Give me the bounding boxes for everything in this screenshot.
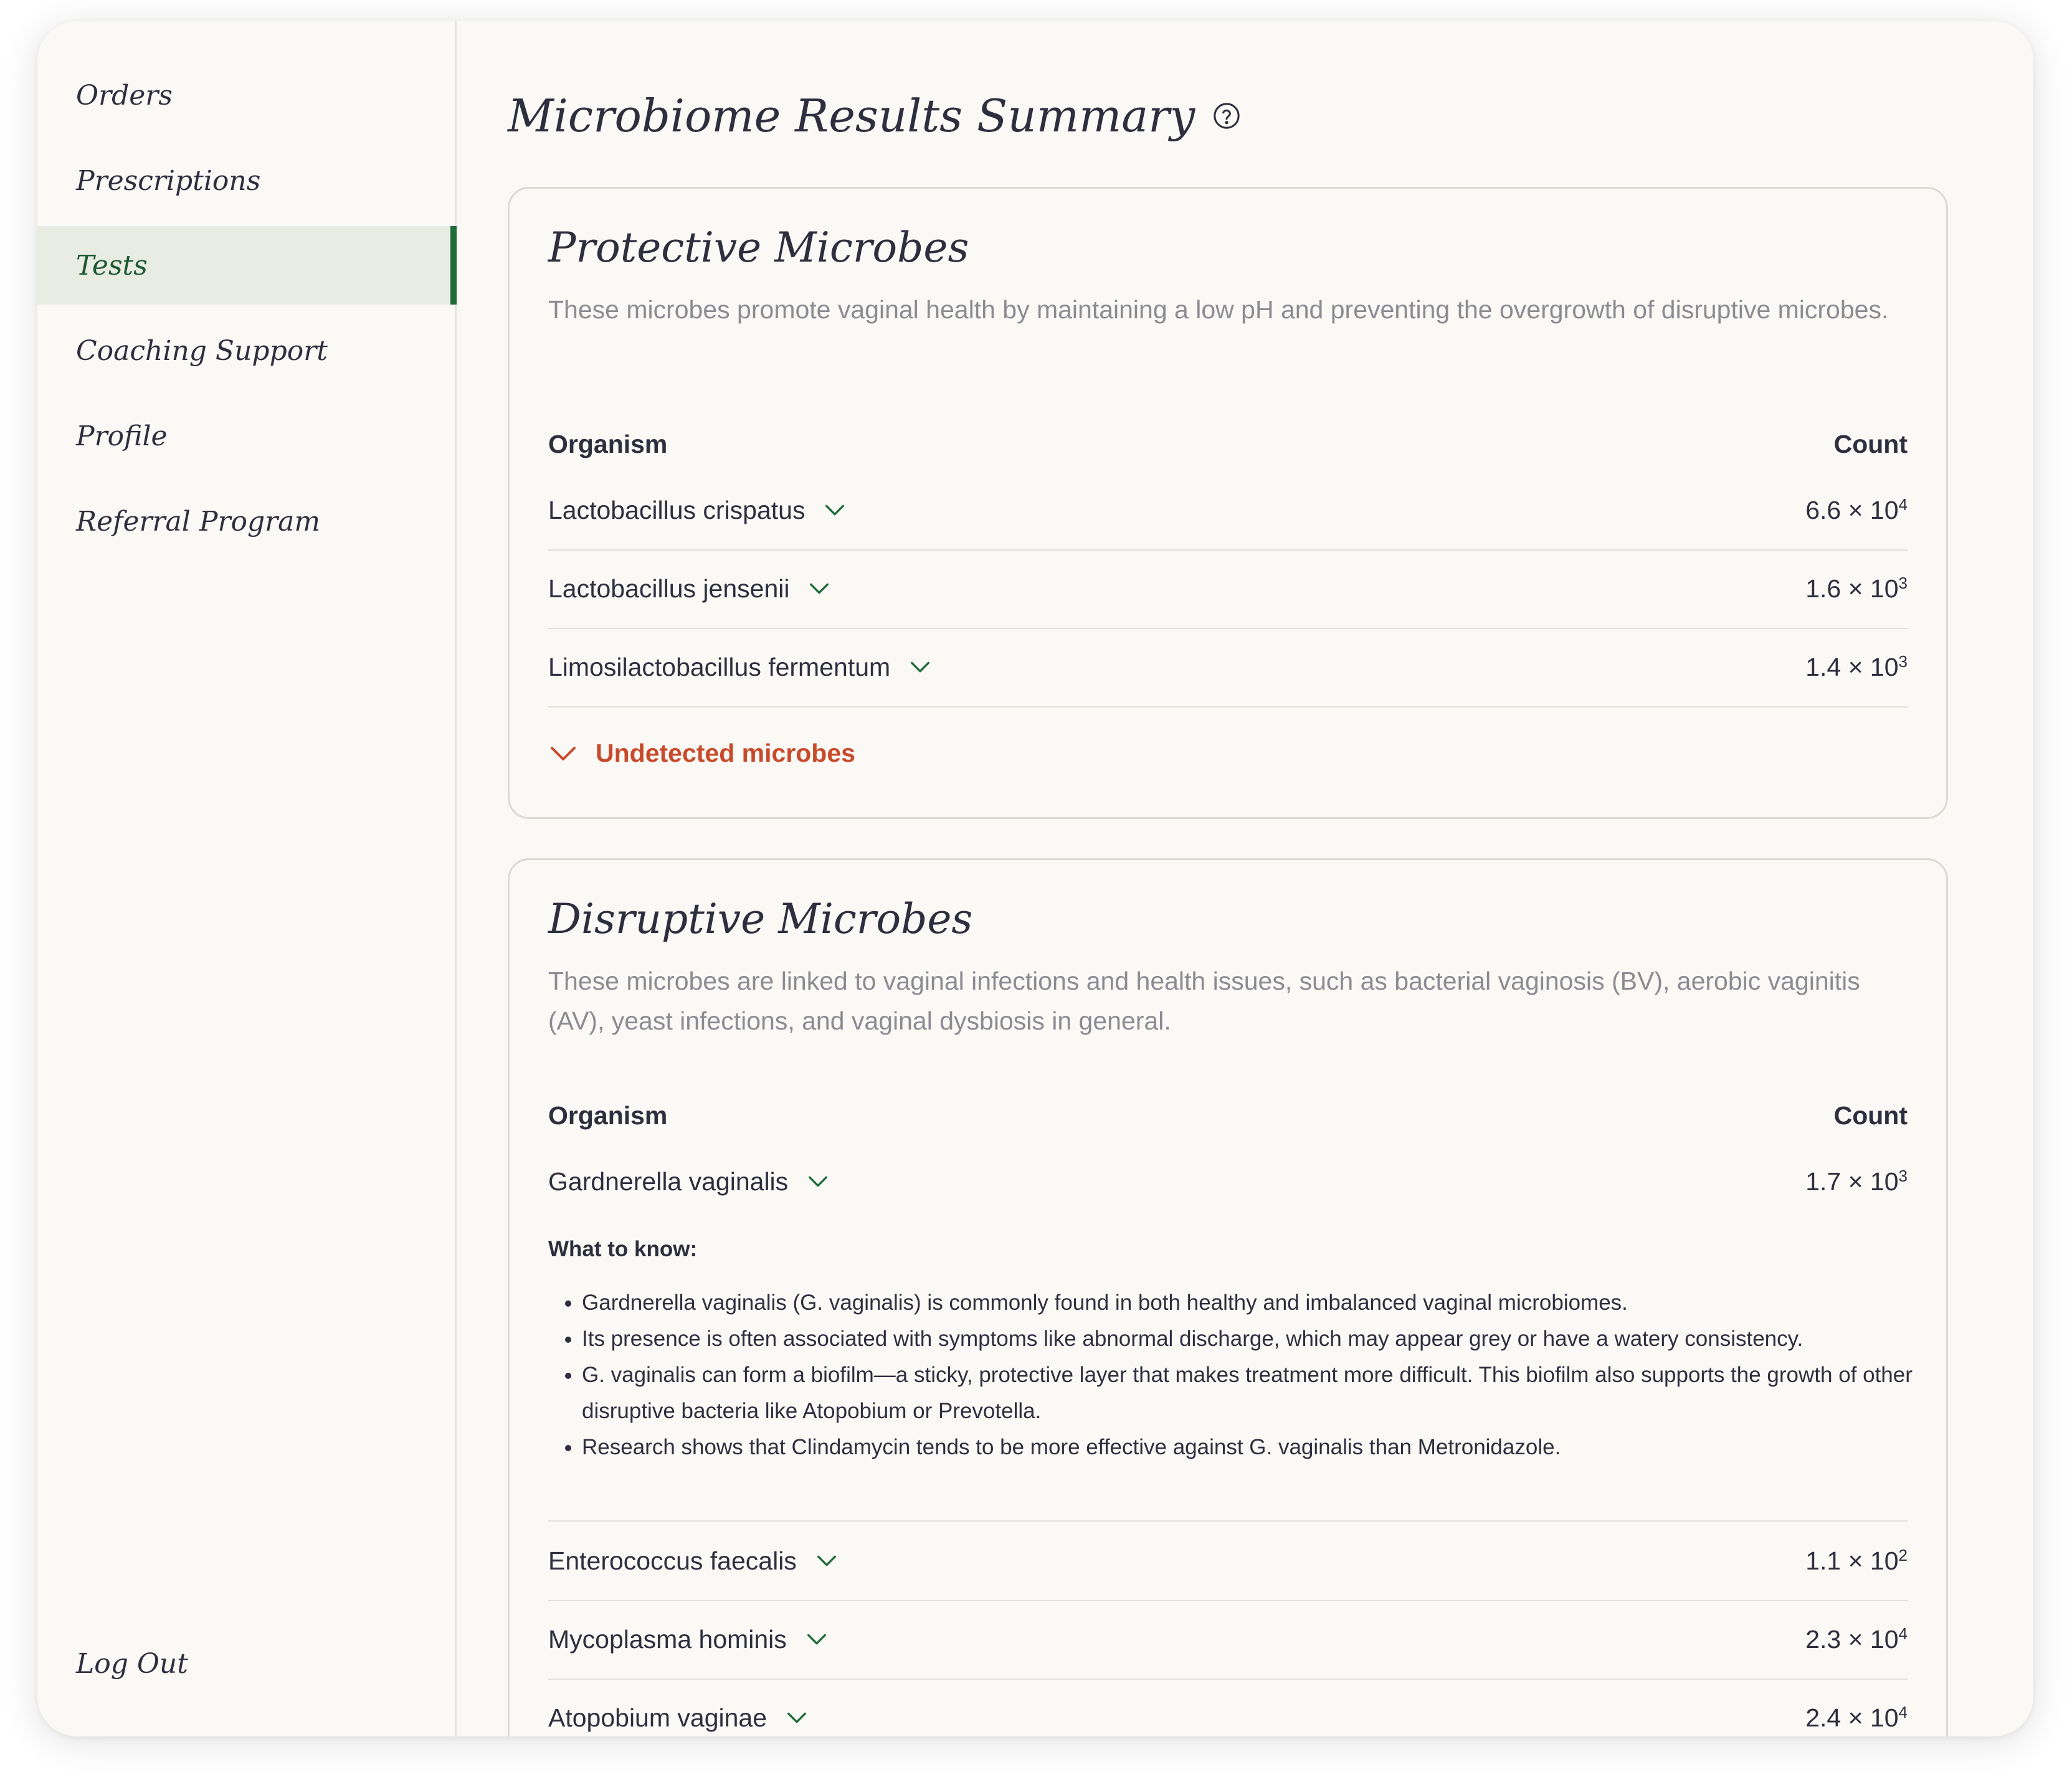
table-row-expanded[interactable]: Gardnerella vaginalis 1.7 × 103 (548, 1142, 1908, 1221)
organism-count: 1.4 × 103 (1805, 652, 1908, 681)
table-row[interactable]: Mycoplasma hominis 2.3 × 104 (548, 1600, 1908, 1680)
sidebar-item-profile[interactable]: Profile (37, 397, 455, 475)
chevron-down-icon[interactable] (822, 498, 847, 523)
sidebar-item-label: Referral Program (76, 505, 321, 537)
card-description: These microbes are linked to vaginal inf… (548, 967, 1860, 1035)
sidebar-item-label: Orders (76, 79, 173, 111)
page-title: Microbiome Results Summary (508, 90, 1241, 142)
column-header-count: Count (1833, 429, 1908, 458)
chevron-down-icon[interactable] (804, 1627, 829, 1652)
disruptive-microbes-card: Disruptive Microbes These microbes are l… (508, 858, 1948, 1736)
list-item: Its presence is often associated with sy… (582, 1321, 1952, 1357)
column-header-organism: Organism (548, 1101, 668, 1130)
question-circle-icon[interactable] (1212, 102, 1241, 130)
sidebar-item-label: Tests (76, 249, 148, 282)
sidebar-item-tests[interactable]: Tests (37, 226, 457, 305)
organism-name: Atopobium vaginae (548, 1703, 767, 1732)
sidebar: Orders Prescriptions Tests Coaching Supp… (37, 21, 457, 1736)
what-to-know-list: Gardnerella vaginalis (G. vaginalis) is … (548, 1285, 1952, 1466)
sidebar-item-orders[interactable]: Orders (37, 56, 455, 135)
organism-count: 2.3 × 104 (1805, 1624, 1908, 1654)
what-to-know-title: What to know: (548, 1237, 698, 1261)
card-title: Protective Microbes (548, 224, 969, 272)
organism-name: Gardnerella vaginalis (548, 1167, 789, 1196)
organism-count: 6.6 × 104 (1805, 495, 1908, 524)
sidebar-item-label: Coaching Support (76, 334, 328, 367)
logout-link[interactable]: Log Out (37, 1624, 455, 1703)
chevron-down-icon (548, 738, 578, 768)
sidebar-item-label: Profile (76, 420, 168, 452)
chevron-down-icon[interactable] (784, 1705, 809, 1730)
organism-name: Enterococcus faecalis (548, 1546, 797, 1575)
organism-name: Mycoplasma hominis (548, 1624, 787, 1654)
organism-name: Limosilactobacillus fermentum (548, 652, 891, 681)
chevron-down-icon[interactable] (806, 1169, 830, 1194)
organism-name: Lactobacillus crispatus (548, 495, 806, 524)
logout-label: Log Out (76, 1647, 188, 1680)
page-title-text: Microbiome Results Summary (508, 90, 1195, 142)
sidebar-item-coaching-support[interactable]: Coaching Support (37, 311, 455, 390)
organism-count: 1.1 × 102 (1805, 1546, 1908, 1575)
table-row[interactable]: Lactobacillus jensenii 1.6 × 103 (548, 549, 1908, 629)
chevron-down-icon[interactable] (814, 1548, 839, 1573)
chevron-down-icon[interactable] (908, 655, 933, 680)
sidebar-item-prescriptions[interactable]: Prescriptions (37, 141, 455, 220)
sidebar-item-referral-program[interactable]: Referral Program (37, 482, 455, 561)
chevron-down-icon[interactable] (807, 576, 832, 601)
organism-count: 2.4 × 104 (1805, 1703, 1908, 1732)
card-description: These microbes promote vaginal health by… (548, 295, 1889, 324)
organism-name: Lactobacillus jensenii (548, 574, 790, 603)
table-row[interactable]: Limosilactobacillus fermentum 1.4 × 103 (548, 628, 1908, 708)
card-title: Disruptive Microbes (548, 895, 973, 943)
table-row[interactable]: Lactobacillus crispatus 6.6 × 104 (548, 471, 1908, 551)
list-item: G. vaginalis can form a biofilm—a sticky… (582, 1357, 1952, 1429)
protective-microbes-card: Protective Microbes These microbes promo… (508, 187, 1948, 819)
list-item: Research shows that Clindamycin tends to… (582, 1429, 1952, 1466)
column-header-organism: Organism (548, 429, 668, 458)
undetected-microbes-toggle[interactable]: Undetected microbes (548, 738, 855, 768)
table-header: Organism Count (548, 425, 1908, 463)
sidebar-item-label: Prescriptions (76, 164, 261, 197)
list-item: Gardnerella vaginalis (G. vaginalis) is … (582, 1285, 1952, 1321)
undetected-microbes-label: Undetected microbes (596, 738, 855, 767)
app-window: Orders Prescriptions Tests Coaching Supp… (37, 21, 2033, 1736)
column-header-count: Count (1833, 1101, 1908, 1130)
organism-count: 1.7 × 103 (1805, 1167, 1908, 1196)
table-row[interactable]: Atopobium vaginae 2.4 × 104 (548, 1679, 1908, 1736)
table-row[interactable]: Enterococcus faecalis 1.1 × 102 (548, 1522, 1908, 1601)
table-header: Organism Count (548, 1097, 1908, 1134)
organism-count: 1.6 × 103 (1805, 574, 1908, 603)
